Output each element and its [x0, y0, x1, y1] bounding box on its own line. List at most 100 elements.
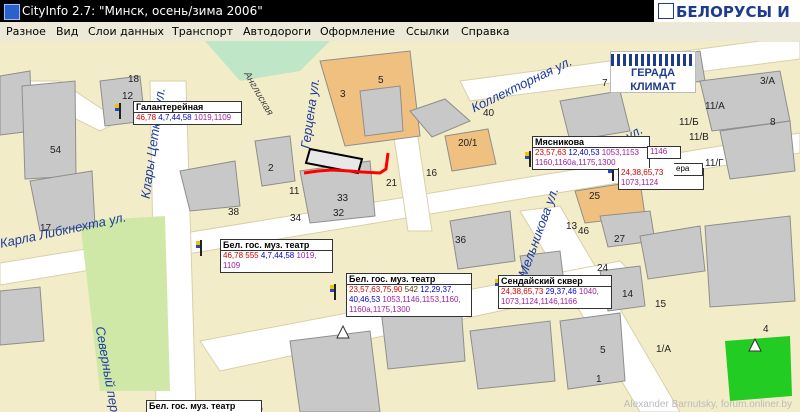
- building-number: 11/Г: [705, 158, 724, 169]
- building-number: 11/Б: [679, 117, 699, 128]
- gerada-klimat-ad[interactable]: ГЕРАДА КЛИМАТ: [610, 51, 696, 93]
- building-number: 1: [596, 374, 602, 385]
- express-routes: 542: [404, 285, 418, 294]
- building-number: 8: [770, 117, 776, 128]
- bus-routes-2: 40,46,53: [349, 295, 381, 304]
- building-number: 4: [763, 324, 769, 335]
- trolley-routes: 1053,1146,1153,1160,: [382, 295, 461, 304]
- bus-stop-icon[interactable]: [196, 240, 206, 256]
- building-number: 2: [268, 163, 274, 174]
- building-number: 18: [128, 74, 140, 85]
- building-number: 5: [378, 75, 384, 86]
- building-number: 34: [290, 213, 302, 224]
- building-number: 1/А: [656, 344, 672, 355]
- stop-popup-bel-teatr-2[interactable]: Бел. гос. муз. театр 23,57,63,75,90 542 …: [346, 273, 472, 317]
- map-view[interactable]: 18 12 3 5 54 40 2 20/1 16 11 21 25 36 33…: [0, 41, 800, 412]
- stop-name: Бел. гос. муз. театр: [149, 401, 236, 411]
- trolley-routes-2: 1109: [223, 261, 241, 270]
- stop-name: Бел. гос. муз. театр: [221, 240, 332, 251]
- tram-routes: 24,38,65,73: [501, 287, 544, 296]
- park-sw: [80, 216, 170, 391]
- menu-raznoe[interactable]: Разное: [6, 25, 46, 38]
- building-number: 15: [655, 299, 667, 310]
- menu-oformlenie[interactable]: Оформление: [320, 25, 395, 38]
- menu-spravka[interactable]: Справка: [461, 25, 509, 38]
- menu-transport[interactable]: Транспорт: [172, 25, 233, 38]
- stop-popup-bel-teatr-3[interactable]: Бел. гос. муз. театр: [146, 400, 262, 412]
- building-number: 12: [122, 91, 134, 102]
- building-number: 13: [566, 221, 578, 232]
- trolley-routes: 1073,1124: [621, 178, 659, 187]
- bus-routes: 29,37,46: [545, 287, 577, 296]
- building-number: 3: [340, 89, 346, 100]
- bus-routes: 12,29,37,: [420, 285, 454, 294]
- stop-name: Бел. гос. муз. театр: [347, 274, 471, 285]
- title-bar: CityInfo 2.7: "Минск, осень/зима 2006" Б…: [0, 0, 800, 22]
- stop-name: Галантерейная: [134, 102, 241, 113]
- ad-line1: ГЕРАДА: [630, 67, 676, 79]
- stop-popup-sendaiskiy-skver[interactable]: Сендайский сквер 24,38,65,73 29,37,46 10…: [498, 275, 612, 309]
- brand-text: БЕЛОРУСЫ И: [676, 3, 790, 21]
- building-number: 11: [289, 186, 300, 197]
- bus-routes: 4,7,44,58: [158, 113, 192, 122]
- trolley-routes-2: 1073,1124,1146,1166: [501, 297, 578, 306]
- menu-ssylki[interactable]: Ссылки: [406, 25, 449, 38]
- stop-popup-fragment[interactable]: 1146: [647, 146, 681, 159]
- park-top: [205, 41, 330, 81]
- building-number: 3/А: [760, 76, 776, 87]
- window-title: CityInfo 2.7: "Минск, осень/зима 2006": [22, 4, 263, 18]
- tram-routes: 23,57,63,75,90: [349, 285, 403, 294]
- bus-stop-icon[interactable]: [330, 284, 340, 300]
- menu-vid[interactable]: Вид: [56, 25, 78, 38]
- tram-routes: 23,57,63: [535, 148, 567, 157]
- stop-popup-myasnikova[interactable]: Мясникова 23,57,63 12,40,53 1053,1153 11…: [532, 136, 650, 170]
- building-number: 11/А: [705, 101, 725, 112]
- trolley-routes: 1146: [650, 147, 668, 156]
- building-number: 5: [600, 345, 606, 356]
- menu-sloi-dannyh[interactable]: Слои данных: [88, 25, 164, 38]
- brand-banner[interactable]: БЕЛОРУСЫ И: [654, 0, 800, 22]
- bus-stop-icon[interactable]: [115, 103, 125, 119]
- ad-line2: КЛИМАТ: [630, 81, 676, 93]
- map-canvas: [0, 41, 800, 412]
- stop-popup-fragment-2[interactable]: ера: [674, 163, 703, 176]
- trolley-routes: 1019,: [296, 251, 317, 260]
- building-number: 20/1: [458, 138, 478, 149]
- building-number: 16: [426, 168, 438, 179]
- bus-routes: 12,40,53: [568, 148, 600, 157]
- building-number: 14: [622, 289, 634, 300]
- building-number: 36: [455, 235, 467, 246]
- stop-popup-galanteriynaya[interactable]: Галантерейная 46,78 4,7,44,58 1019,1109: [133, 101, 242, 125]
- trolley-routes: 1053,1153: [601, 148, 639, 157]
- building-number: 7: [602, 78, 608, 89]
- trolley-routes-2: 1160а,1175,1300: [349, 305, 411, 314]
- stop-name: Сендайский сквер: [499, 276, 611, 287]
- building-number: 38: [228, 207, 240, 218]
- tram-routes: 24,38,65,73: [621, 168, 664, 177]
- trolley-routes: 1019,1109: [193, 113, 232, 122]
- stop-popup-bel-teatr-1[interactable]: Бел. гос. муз. театр 46,78 555 4,7,44,58…: [220, 239, 333, 273]
- tram-routes: 46,78: [223, 251, 244, 260]
- ad-logo-icon: [611, 54, 695, 66]
- building-number: 33: [337, 193, 349, 204]
- watermark: Alexander Barnutsky, forum.onliner.by: [623, 399, 792, 410]
- menu-bar: Разное Вид Слои данных Транспорт Автодор…: [0, 22, 800, 42]
- express-routes: 555: [245, 251, 259, 260]
- building-number: 11/В: [689, 132, 709, 143]
- building-number: 32: [333, 208, 345, 219]
- menu-avtodorogi[interactable]: Автодороги: [243, 25, 311, 38]
- trolley-routes-2: 1160,1160а,1175,1300: [535, 158, 616, 167]
- tram-routes: 46,78: [136, 113, 157, 122]
- building-number: 24: [597, 263, 609, 274]
- brand-logo-icon: [658, 3, 674, 19]
- building-number: 46: [578, 226, 590, 237]
- building-number: 54: [50, 145, 62, 156]
- popup-fragment-text: ера: [676, 164, 690, 173]
- building-number: 25: [589, 191, 601, 202]
- building-number: 21: [386, 178, 398, 189]
- bus-routes: 4,7,44,58: [260, 251, 295, 260]
- app-icon: [4, 4, 20, 20]
- building-number: 27: [614, 234, 626, 245]
- stop-name: Мясникова: [533, 137, 649, 148]
- trolley-routes: 1040,: [578, 287, 599, 296]
